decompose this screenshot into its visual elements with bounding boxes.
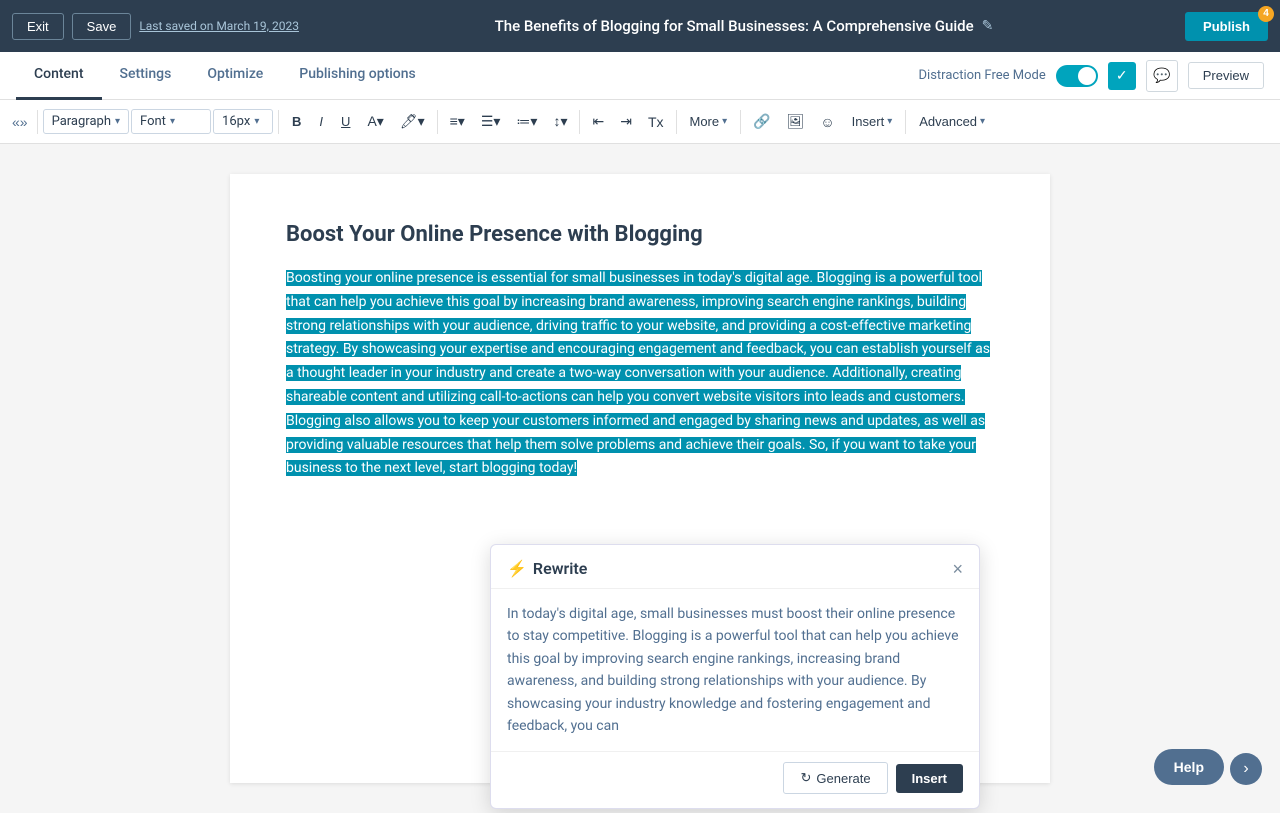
last-saved-text: Last saved on March 19, 2023 <box>139 19 299 33</box>
indent-button[interactable]: ⇥ <box>613 108 639 135</box>
ordered-list-button[interactable]: ≔▾ <box>509 108 544 135</box>
italic-button[interactable]: I <box>311 109 331 134</box>
exit-button[interactable]: Exit <box>12 13 64 40</box>
paragraph-chevron: ▾ <box>115 116 120 127</box>
generate-button[interactable]: ↻ Generate <box>783 762 887 794</box>
line-height-button[interactable]: ↕▾ <box>546 108 574 135</box>
font-size-chevron: ▾ <box>254 116 259 127</box>
more-button[interactable]: More ▾ <box>682 109 736 134</box>
toolbar-divider-4 <box>579 110 580 134</box>
toolbar-divider-6 <box>740 110 741 134</box>
page-title: The Benefits of Blogging for Small Busin… <box>495 17 974 35</box>
tab-optimize[interactable]: Optimize <box>189 52 281 100</box>
paragraph-select[interactable]: Paragraph ▾ <box>43 109 129 134</box>
insert-rewrite-button[interactable]: Insert <box>896 764 963 793</box>
editor-content[interactable]: Boost Your Online Presence with Blogging… <box>230 174 1050 783</box>
advanced-chevron: ▾ <box>980 116 985 127</box>
toolbar-divider-3 <box>437 110 438 134</box>
side-collapse-button[interactable]: › <box>1230 753 1262 785</box>
rewrite-popup-body: In today's digital age, small businesses… <box>491 589 979 751</box>
rewrite-popup-footer: ↻ Generate Insert <box>491 751 979 808</box>
highlight-button[interactable]: 🖊▾ <box>393 108 432 135</box>
distraction-free-toggle[interactable] <box>1056 65 1098 87</box>
tab-publishing-options[interactable]: Publishing options <box>281 52 433 100</box>
rewrite-popup: ⚡ Rewrite × In today's digital age, smal… <box>490 544 980 809</box>
editor-paragraph[interactable]: Boosting your online presence is essenti… <box>286 267 994 481</box>
help-button[interactable]: Help <box>1154 749 1224 785</box>
rewrite-title: ⚡ Rewrite <box>507 559 587 578</box>
insert-chevron: ▾ <box>887 116 892 127</box>
tab-content[interactable]: Content <box>16 52 102 100</box>
text-color-button[interactable]: A▾ <box>360 108 390 135</box>
edit-title-icon[interactable]: ✎ <box>982 18 994 34</box>
generate-label: Generate <box>816 771 870 786</box>
close-popup-button[interactable]: × <box>952 560 963 578</box>
toolbar-divider-1 <box>37 110 38 134</box>
more-chevron: ▾ <box>722 116 727 127</box>
publish-button[interactable]: Publish 4 <box>1185 12 1268 41</box>
advanced-button[interactable]: Advanced ▾ <box>911 109 993 134</box>
rewrite-title-text: Rewrite <box>533 559 587 578</box>
nav-right-controls: Distraction Free Mode ✓ 💬 Preview <box>919 60 1264 92</box>
toolbar: «» Paragraph ▾ Font ▾ 16px ▾ B I U A▾ 🖊▾… <box>0 100 1280 144</box>
bold-button[interactable]: B <box>284 109 309 134</box>
generate-icon: ↻ <box>800 770 811 786</box>
distraction-free-label: Distraction Free Mode <box>919 68 1046 83</box>
emoji-button[interactable]: ☺ <box>813 109 841 135</box>
rewrite-body-text: In today's digital age, small businesses… <box>507 606 959 734</box>
save-button[interactable]: Save <box>72 13 132 40</box>
underline-button[interactable]: U <box>333 109 358 134</box>
unordered-list-button[interactable]: ☰▾ <box>474 108 508 135</box>
link-button[interactable]: 🔗 <box>746 108 777 135</box>
notification-badge: 4 <box>1258 6 1274 22</box>
chat-icon-button[interactable]: 💬 <box>1146 60 1178 92</box>
font-select[interactable]: Font ▾ <box>131 109 211 134</box>
toolbar-divider-5 <box>676 110 677 134</box>
toolbar-divider-7 <box>905 110 906 134</box>
preview-button[interactable]: Preview <box>1188 62 1264 89</box>
image-button[interactable]: 🖼 <box>780 108 812 135</box>
selected-text: Boosting your online presence is essenti… <box>286 270 990 476</box>
lightning-icon: ⚡ <box>507 559 527 578</box>
nav-tabs: Content Settings Optimize Publishing opt… <box>0 52 1280 100</box>
toggle-knob <box>1078 67 1096 85</box>
font-size-select[interactable]: 16px ▾ <box>213 109 273 134</box>
outdent-button[interactable]: ⇤ <box>585 108 611 135</box>
toolbar-divider-2 <box>278 110 279 134</box>
insert-button[interactable]: Insert ▾ <box>844 109 901 134</box>
toolbar-collapse-button[interactable]: «» <box>8 110 32 134</box>
rewrite-popup-header: ⚡ Rewrite × <box>491 545 979 589</box>
font-chevron: ▾ <box>170 116 175 127</box>
checkmark-button[interactable]: ✓ <box>1108 62 1136 90</box>
editor-heading: Boost Your Online Presence with Blogging <box>286 222 994 247</box>
align-button[interactable]: ≡▾ <box>443 108 472 135</box>
format-button[interactable]: Tx <box>641 109 671 135</box>
editor-area: Boost Your Online Presence with Blogging… <box>0 144 1280 813</box>
tab-settings[interactable]: Settings <box>102 52 190 100</box>
top-bar: Exit Save Last saved on March 19, 2023 T… <box>0 0 1280 52</box>
page-title-area: The Benefits of Blogging for Small Busin… <box>311 17 1177 35</box>
